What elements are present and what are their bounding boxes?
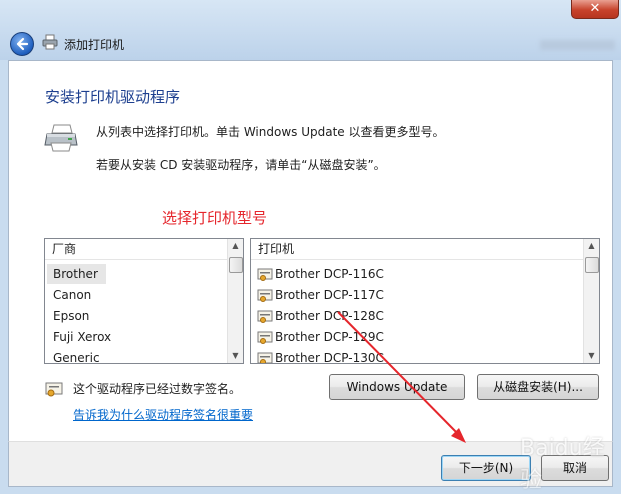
printer-model-list[interactable]: 打印机 Brother DCP-116C Brother DCP-117C Br… xyxy=(250,238,600,364)
certified-driver-icon xyxy=(45,382,63,397)
driver-signing-help-link[interactable]: 告诉我为什么驱动程序签名很重要 xyxy=(73,406,253,423)
annotation-label: 选择打印机型号 xyxy=(162,209,268,227)
printer-item[interactable]: Brother DCP-129C xyxy=(269,327,392,347)
manufacturer-column-header[interactable]: 厂商 xyxy=(45,239,228,260)
printer-item[interactable]: Brother DCP-116C xyxy=(269,264,392,284)
back-arrow-icon xyxy=(16,37,29,51)
printer-column-header[interactable]: 打印机 xyxy=(251,239,584,260)
scroll-down-icon[interactable]: ▼ xyxy=(584,349,599,363)
printer-item[interactable]: Brother DCP-117C xyxy=(269,285,392,305)
windows-update-button[interactable]: Windows Update xyxy=(329,374,465,400)
manufacturer-item-generic[interactable]: Generic xyxy=(47,348,108,363)
scroll-up-icon[interactable]: ▲ xyxy=(584,239,599,253)
printer-scrollbar[interactable]: ▲ ▼ xyxy=(583,239,599,363)
printer-item[interactable]: Brother DCP-130C xyxy=(269,348,392,363)
close-button[interactable]: ✕ xyxy=(571,0,619,19)
scrollbar-thumb[interactable] xyxy=(585,257,599,273)
instructions-text: 从列表中选择打印机。单击 Windows Update 以查看更多型号。 xyxy=(96,125,445,139)
manufacturer-item-epson[interactable]: Epson xyxy=(47,306,97,326)
have-disk-button[interactable]: 从磁盘安装(H)... xyxy=(477,374,599,400)
printer-item[interactable]: Brother DCP-128C xyxy=(269,306,392,326)
instructions-cd-text: 若要从安装 CD 安装驱动程序，请单击“从磁盘安装”。 xyxy=(96,158,386,172)
printer-icon xyxy=(44,124,78,152)
close-icon: ✕ xyxy=(589,1,601,16)
manufacturer-item-brother[interactable]: Brother xyxy=(47,264,106,284)
background-blurred-text xyxy=(540,40,615,50)
back-button[interactable] xyxy=(10,32,34,56)
scroll-up-icon[interactable]: ▲ xyxy=(228,239,243,253)
signature-status-text: 这个驱动程序已经过数字签名。 xyxy=(73,382,242,396)
page-title: 安装打印机驱动程序 xyxy=(45,88,181,106)
manufacturer-scrollbar[interactable]: ▲ ▼ xyxy=(227,239,243,363)
next-button[interactable]: 下一步(N) xyxy=(441,455,531,481)
manufacturer-item-canon[interactable]: Canon xyxy=(47,285,99,305)
printer-icon xyxy=(42,34,58,50)
window-title: 添加打印机 xyxy=(64,38,125,52)
watermark: Baidu经验 xyxy=(520,436,605,493)
manufacturer-list[interactable]: 厂商 Brother Canon Epson Fuji Xerox Generi… xyxy=(44,238,244,364)
scroll-down-icon[interactable]: ▼ xyxy=(228,349,243,363)
scrollbar-thumb[interactable] xyxy=(229,257,243,273)
manufacturer-item-fuji-xerox[interactable]: Fuji Xerox xyxy=(47,327,119,347)
